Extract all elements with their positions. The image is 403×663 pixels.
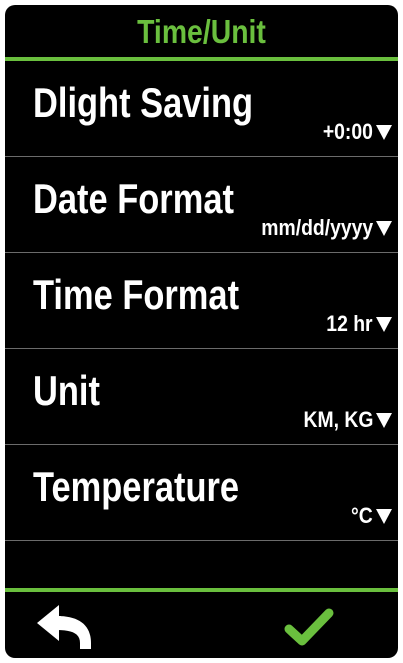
checkmark-icon <box>284 608 334 646</box>
setting-value-dropdown[interactable]: °C <box>348 503 392 529</box>
setting-label: Unit <box>33 367 100 414</box>
dropdown-caret-icon <box>376 316 392 332</box>
device-screen: Time/Unit Dlight Saving +0:00 Date Forma… <box>5 5 398 658</box>
setting-value-dropdown[interactable]: KM, KG <box>294 407 392 433</box>
back-arrow-icon <box>37 605 91 649</box>
dropdown-caret-icon <box>376 220 392 236</box>
setting-value: KM, KG <box>303 407 373 432</box>
setting-row-temperature[interactable]: Temperature °C <box>5 445 398 541</box>
dropdown-caret-icon <box>376 508 392 524</box>
page-title: Time/Unit <box>137 13 266 50</box>
setting-value-dropdown[interactable]: 12 hr <box>320 311 392 337</box>
footer-divider <box>5 588 398 592</box>
setting-row-date-format[interactable]: Date Format mm/dd/yyyy <box>5 157 398 253</box>
setting-value-dropdown[interactable]: +0:00 <box>316 119 392 145</box>
setting-value-dropdown[interactable]: mm/dd/yyyy <box>246 215 392 241</box>
setting-value: mm/dd/yyyy <box>261 215 373 240</box>
setting-value: 12 hr <box>326 311 373 336</box>
dropdown-caret-icon <box>376 412 392 428</box>
dropdown-caret-icon <box>376 124 392 140</box>
setting-label: Date Format <box>33 175 234 222</box>
setting-row-time-format[interactable]: Time Format 12 hr <box>5 253 398 349</box>
setting-label: Temperature <box>33 463 240 510</box>
setting-label: Dlight Saving <box>33 79 254 126</box>
row-divider <box>5 540 398 541</box>
confirm-button[interactable] <box>281 603 341 651</box>
back-button[interactable] <box>35 603 95 651</box>
setting-value: °C <box>351 503 373 528</box>
setting-row-daylight-saving[interactable]: Dlight Saving +0:00 <box>5 61 398 157</box>
setting-value: +0:00 <box>322 119 373 144</box>
setting-label: Time Format <box>33 271 240 318</box>
setting-row-unit[interactable]: Unit KM, KG <box>5 349 398 445</box>
